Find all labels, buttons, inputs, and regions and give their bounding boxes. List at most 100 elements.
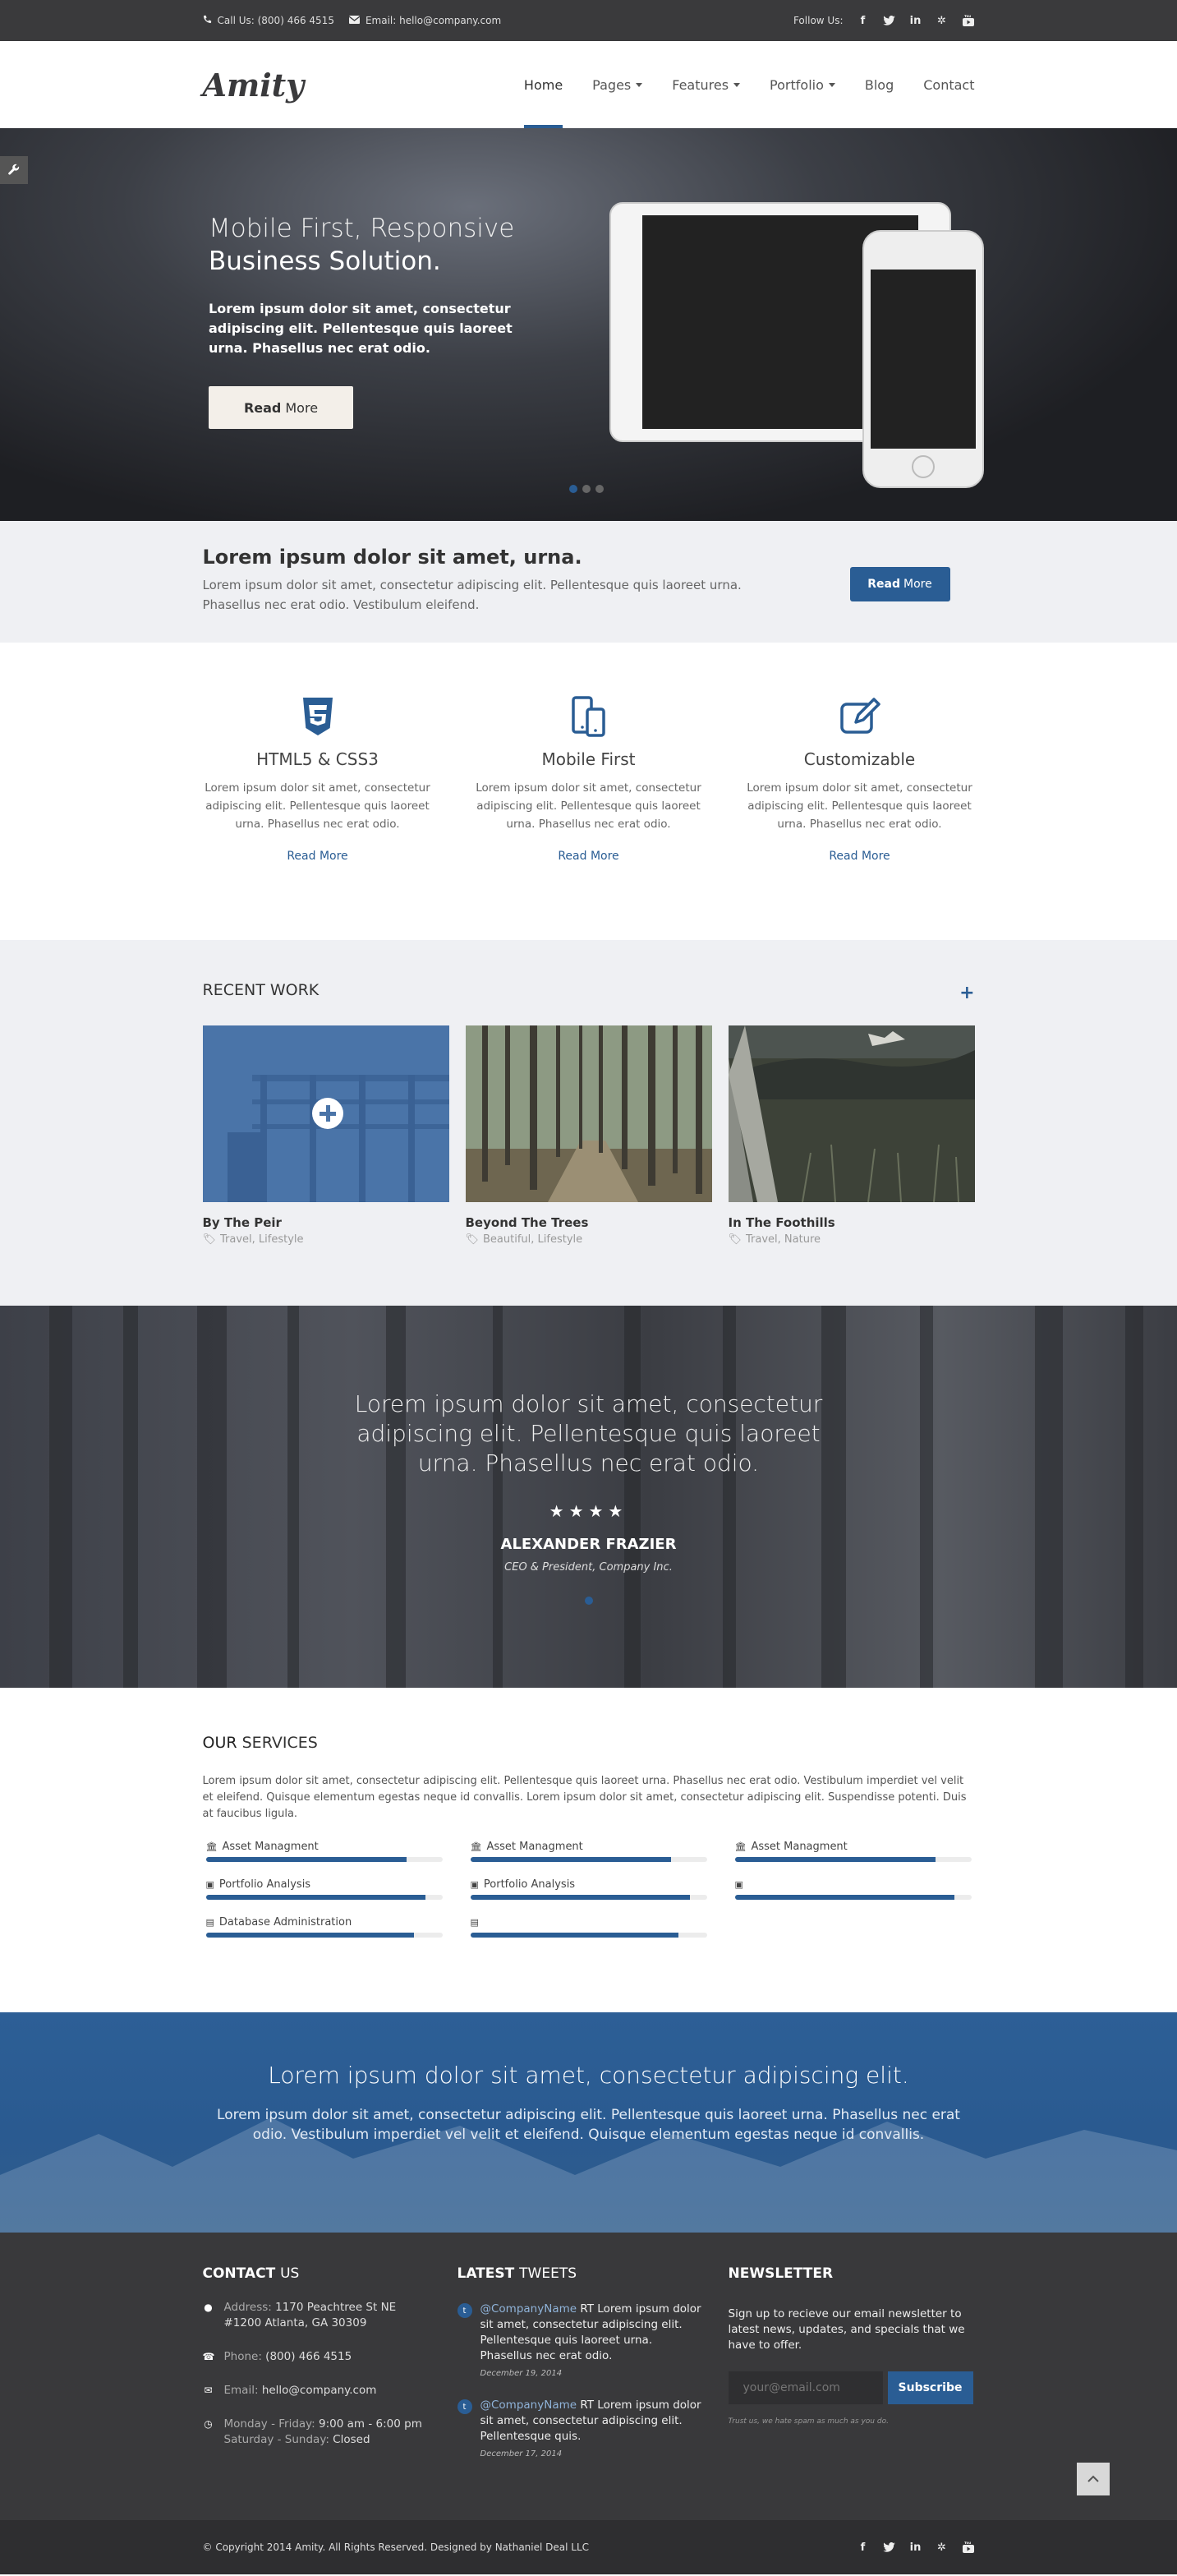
social-links: f in ✲ You	[857, 2541, 975, 2554]
plus-icon[interactable]: +	[959, 983, 974, 1003]
subscribe-button[interactable]: Subscribe	[887, 2371, 973, 2404]
skill-label: Database Administration	[218, 1915, 352, 1929]
nav-features[interactable]: Features	[672, 41, 741, 128]
work-image-pier[interactable]	[202, 1025, 449, 1202]
html5-icon	[203, 694, 433, 740]
cta-read-more-button[interactable]: Read More	[849, 567, 950, 601]
testimonial-section: Lorem ipsum dolor sit amet, consectetur …	[0, 1306, 1177, 1688]
work-title[interactable]: Beyond The Trees	[466, 1215, 712, 1230]
contact-email[interactable]: ✉ Email: hello@company.com	[203, 2383, 433, 2399]
hero-description: Lorem ipsum dolor sit amet, consectetur …	[209, 301, 513, 356]
work-title[interactable]: In The Foothills	[729, 1215, 975, 1230]
nav-portfolio[interactable]: Portfolio	[770, 41, 835, 128]
feature-title: HTML5 & CSS3	[256, 749, 379, 769]
rating-stars: ★★★★	[549, 1501, 628, 1521]
work-title[interactable]: By The Peir	[203, 1215, 449, 1230]
hero-slider: Mobile First, Responsive Business Soluti…	[0, 128, 1177, 521]
hero-title-line1: Mobile First, Responsive	[209, 214, 515, 243]
hero-title-line2: Business Solution.	[209, 247, 441, 276]
call-to-action: Lorem ipsum dolor sit amet, urna. Lorem …	[0, 521, 1177, 643]
feature-read-more-link[interactable]: Read More	[745, 850, 975, 863]
section-title: OUR SERVICES	[202, 1734, 318, 1752]
slider-dot[interactable]	[595, 485, 604, 493]
work-tags: 🏷 Travel, Lifestyle	[202, 1233, 304, 1246]
testimonial-author: ALEXANDER FRAZIER	[500, 1536, 677, 1553]
youtube-icon[interactable]: You	[962, 14, 975, 27]
footer-heading: LATEST TWEETS	[457, 2265, 577, 2282]
slider-dots	[569, 485, 604, 493]
yelp-icon[interactable]: ✲	[936, 2541, 949, 2554]
skill-bar: 🏛 Asset Managment	[467, 1841, 710, 1862]
svg-text:You: You	[963, 2541, 971, 2545]
wrench-icon[interactable]	[0, 156, 28, 184]
hero-text: Mobile First, Responsive Business Soluti…	[209, 212, 529, 429]
tweet: t @CompanyName RT Lorem ipsum dolor sit …	[457, 2398, 704, 2458]
topbar-phone: Call Us: (800) 466 4515	[203, 15, 334, 26]
nav-home[interactable]: Home	[523, 41, 563, 128]
site-header: Amity Home Pages Features Portfolio Blog…	[0, 41, 1177, 128]
newsletter-email-input[interactable]	[728, 2371, 883, 2404]
main-nav: Home Pages Features Portfolio Blog Conta…	[523, 41, 975, 128]
tweet-handle[interactable]: @CompanyName	[480, 2399, 577, 2412]
envelope-icon: ✉	[204, 2385, 213, 2396]
feature-text: Lorem ipsum dolor sit amet, consectetur …	[476, 781, 701, 831]
skill-fill	[734, 1857, 936, 1862]
chevron-down-icon	[733, 82, 741, 87]
feature-text: Lorem ipsum dolor sit amet, consectetur …	[747, 781, 972, 831]
work-item[interactable]: By The Peir 🏷 Travel, Lifestyle	[202, 1025, 449, 1246]
tag-icon: 🏷	[728, 1233, 743, 1246]
youtube-icon[interactable]: You	[962, 2541, 975, 2554]
skill-column: 🏛 Asset Managment ▣	[732, 1841, 975, 1938]
skill-fill	[205, 1895, 426, 1900]
slider-dot[interactable]	[569, 485, 577, 493]
feature-html5: HTML5 & CSS3 Lorem ipsum dolor sit amet,…	[203, 694, 433, 863]
slider-dot[interactable]	[582, 485, 591, 493]
banner-section: Lorem ipsum dolor sit amet, consectetur …	[0, 2012, 1177, 2233]
topbar-email[interactable]: Email: hello@company.com	[348, 15, 501, 26]
work-item[interactable]: Beyond The Trees 🏷 Beautiful, Lifestyle	[465, 1025, 712, 1246]
newsletter-text: Sign up to recieve our email newsletter …	[728, 2307, 965, 2352]
tag-icon: 🏷	[202, 1233, 217, 1246]
services-text: Lorem ipsum dolor sit amet, consectetur …	[202, 1775, 967, 1820]
facebook-icon[interactable]: f	[857, 14, 870, 27]
skill-track	[734, 1857, 972, 1862]
skill-label: Asset Managment	[751, 1840, 848, 1853]
money-icon: ▣	[470, 1878, 479, 1890]
copyright: © Copyright 2014 Amity. All Rights Reser…	[202, 2541, 590, 2553]
work-tags: 🏷 Travel, Nature	[728, 1233, 821, 1246]
linkedin-icon[interactable]: in	[909, 14, 922, 27]
footer-newsletter: NEWSLETTER Sign up to recieve our email …	[728, 2265, 975, 2458]
work-image-trees[interactable]	[465, 1025, 712, 1202]
footer-heading: NEWSLETTER	[728, 2265, 834, 2282]
newsletter-form: Subscribe	[728, 2371, 975, 2404]
skill-bar: ▣ Portfolio Analysis	[467, 1878, 710, 1900]
logo[interactable]: Amity	[203, 67, 305, 104]
tweet: t @CompanyName RT Lorem ipsum dolor sit …	[457, 2302, 704, 2378]
linkedin-icon[interactable]: in	[909, 2541, 922, 2554]
work-item[interactable]: In The Foothills 🏷 Travel, Nature	[728, 1025, 975, 1246]
feature-read-more-link[interactable]: Read More	[474, 850, 704, 863]
phone-device-image	[862, 230, 984, 488]
twitter-icon[interactable]	[883, 2541, 896, 2554]
yelp-icon[interactable]: ✲	[936, 14, 949, 27]
nav-pages[interactable]: Pages	[592, 41, 643, 128]
nav-blog[interactable]: Blog	[865, 41, 894, 128]
twitter-icon[interactable]	[883, 14, 896, 27]
back-to-top-button[interactable]	[1076, 2463, 1110, 2495]
skill-column: 🏛 Asset Managment ▣ Portfolio Analysis ▤ Data…	[203, 1841, 446, 1938]
footer: CONTACT US ● Address: 1170 Peachtree St …	[0, 2233, 1177, 2520]
feature-text: Lorem ipsum dolor sit amet, consectetur …	[205, 781, 430, 831]
facebook-icon[interactable]: f	[857, 2541, 870, 2554]
work-image-foothills[interactable]	[728, 1025, 975, 1202]
envelope-icon	[348, 15, 361, 26]
tag-icon: 🏷	[465, 1233, 480, 1246]
tweet-handle[interactable]: @CompanyName	[480, 2302, 577, 2316]
hero-read-more-button[interactable]: Read More	[209, 386, 353, 429]
feature-read-more-link[interactable]: Read More	[203, 850, 433, 863]
bank-icon: 🏛	[470, 1841, 482, 1852]
twitter-icon: t	[457, 2399, 472, 2414]
testimonial-role: CEO & President, Company Inc.	[504, 1561, 673, 1574]
slider-dot[interactable]	[584, 1597, 593, 1605]
nav-contact[interactable]: Contact	[923, 41, 974, 128]
contact-address: ● Address: 1170 Peachtree St NE #1200 At…	[204, 2301, 397, 2329]
